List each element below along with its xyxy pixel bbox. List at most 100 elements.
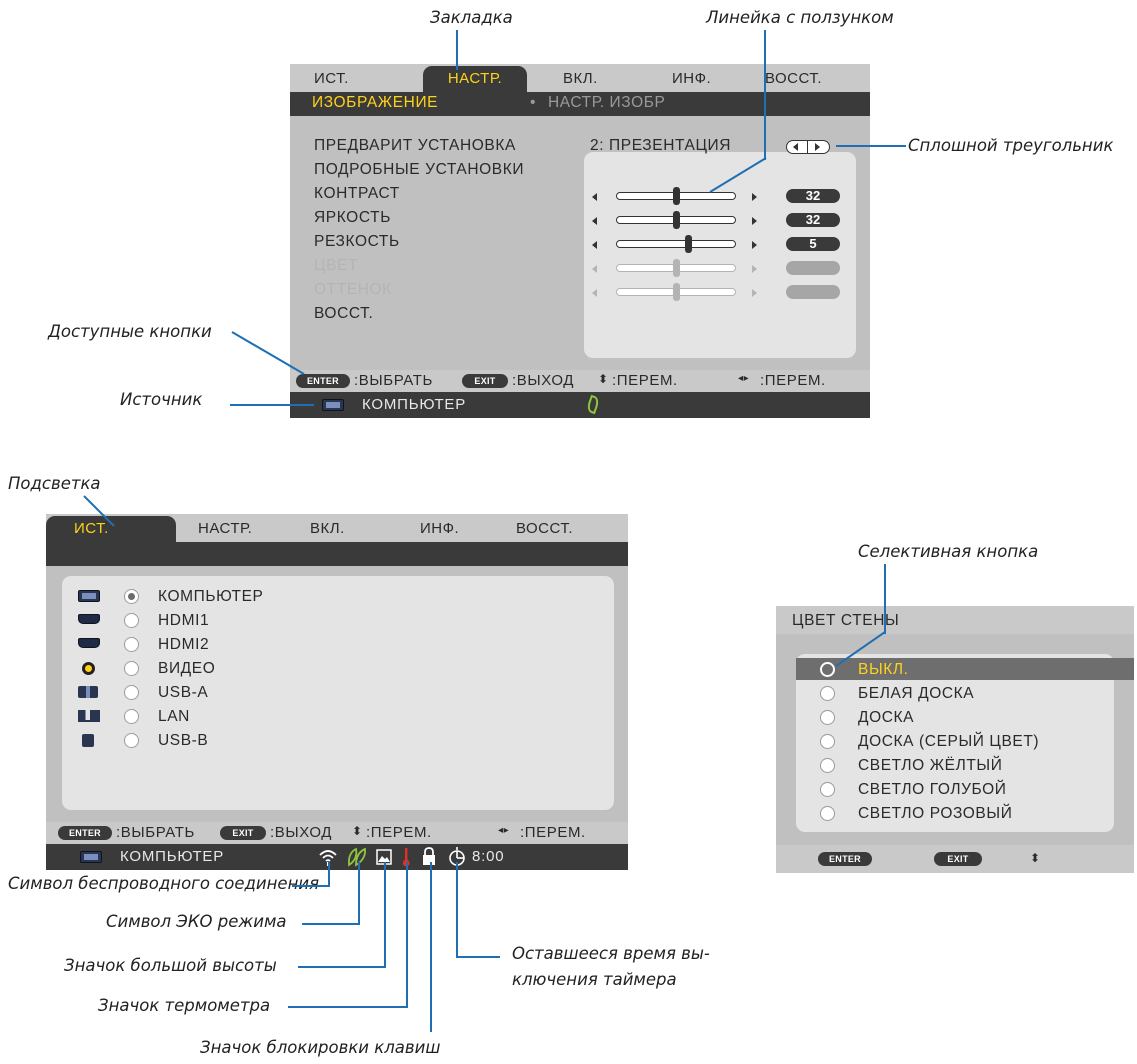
slider-thumb[interactable] [673,259,680,277]
tab-setup[interactable]: ВКЛ. [310,520,345,542]
wall-color-radio[interactable] [820,686,835,701]
menu-item-brightness[interactable]: ЯРКОСТЬ [314,209,391,227]
wall-color-radio[interactable] [820,758,835,773]
slider-thumb[interactable] [685,235,692,253]
tab-reset[interactable]: ВОССТ. [516,520,573,542]
leftright-arrow-icon: ◂▸ [498,825,510,836]
source-list-area [62,576,614,810]
tab-info[interactable]: ИНФ. [672,70,711,92]
source-bar: КОМПЬЮТЕР [290,392,870,418]
leader-selective-button [884,564,886,634]
tab-settings[interactable]: НАСТР. [198,520,252,542]
slider-left-arrow[interactable] [592,193,597,201]
updown-arrow-icon: ⬍ [598,372,609,386]
menu-item-contrast[interactable]: КОНТРАСТ [314,185,400,203]
key-lock-icon [423,847,435,865]
tab-setup[interactable]: ВКЛ. [563,70,598,92]
source-radio[interactable] [124,589,139,604]
slider-left-arrow[interactable] [592,217,597,225]
wall-color-option[interactable]: ДОСКА (СЕРЫЙ ЦВЕТ) [858,733,1039,751]
source-radio[interactable] [124,613,139,628]
leader-eco-h [302,923,360,925]
tab-source[interactable]: ИСТ. [314,70,349,92]
callout-timer-line1: Оставшееся время вы- [512,944,710,963]
tab-settings[interactable]: НАСТР. [423,66,527,92]
slider-left-arrow[interactable] [592,265,597,273]
callout-solid-triangle: Сплошной треугольник [908,136,1114,155]
leader-wireless-h [292,885,330,887]
slider-right-arrow[interactable] [752,265,757,273]
guide-move-vertical: :ПЕРЕМ. [366,824,432,841]
leader-highlight [83,495,115,527]
source-bar: КОМПЬЮТЕР 8:00 [46,844,628,870]
video-icon [82,662,95,675]
callout-key-lock: Значок блокировки клавиш [200,1038,441,1057]
slider-thumb[interactable] [673,211,680,229]
slider-left-arrow[interactable] [592,241,597,249]
button-guide: ENTER :ВЫБРАТЬ EXIT :ВЫХОД ⬍ :ПЕРЕМ. ◂▸ … [46,822,628,844]
wall-color-option[interactable]: СВЕТЛО РОЗОВЫЙ [858,805,1012,823]
source-label[interactable]: LAN [158,708,190,726]
guide-exit: :ВЫХОД [512,372,575,389]
source-label[interactable]: HDMI2 [158,636,209,654]
source-label[interactable]: USB-B [158,732,208,750]
leader-slider-diagonal [709,157,767,193]
triangle-left-icon [793,143,798,151]
slider-thumb[interactable] [673,283,680,301]
menu-item-hue: ОТТЕНОК [314,281,392,298]
menu-item-reset[interactable]: ВОССТ. [314,305,373,323]
source-radio[interactable] [124,685,139,700]
eco-mode-icon [347,847,366,867]
callout-thermometer: Значок термометра [98,996,271,1015]
wall-color-option[interactable]: СВЕТЛО ЖЁЛТЫЙ [858,757,1003,775]
wall-color-option[interactable]: СВЕТЛО ГОЛУБОЙ [858,781,1007,799]
source-radio[interactable] [124,661,139,676]
leader-key-lock-v [430,862,432,1032]
tab-bar: ИСТ. НАСТР. ВКЛ. ИНФ. ВОССТ. [290,64,870,92]
wall-color-radio[interactable] [820,782,835,797]
updown-arrow-icon: ⬍ [352,824,363,838]
wall-color-option[interactable]: ДОСКА [858,709,914,727]
wall-color-radio[interactable] [820,734,835,749]
guide-select: :ВЫБРАТЬ [354,372,433,389]
source-label[interactable]: USB-A [158,684,208,702]
tab-info[interactable]: ИНФ. [420,520,459,542]
wall-color-radio[interactable] [820,806,835,821]
source-radio[interactable] [124,709,139,724]
usb-a-icon [78,686,98,698]
updown-arrow-icon: ⬍ [1030,851,1041,865]
source-radio[interactable] [124,637,139,652]
slider-right-arrow[interactable] [752,217,757,225]
leader-solid-triangle [836,145,906,147]
menu-item-preset[interactable]: ПРЕДВАРИТ УСТАНОВКА [314,137,516,155]
wall-color-radio[interactable] [820,710,835,725]
subtab-picture-adjust[interactable]: НАСТР. ИЗОБР [548,94,665,112]
slider-thumb[interactable] [673,187,680,205]
guide-move-horizontal: :ПЕРЕМ. [760,372,826,389]
callout-high-altitude: Значок большой высоты [64,956,277,975]
callout-tab: Закладка [430,8,513,27]
source-label[interactable]: КОМПЬЮТЕР [158,588,263,606]
wall-color-option[interactable]: БЕЛАЯ ДОСКА [858,685,974,703]
eco-leaf-icon [585,394,601,415]
callout-slider: Линейка с ползунком [706,8,894,27]
tab-reset[interactable]: ВОССТ. [765,70,822,92]
slider-track[interactable] [616,240,736,248]
subtab-bar: ИЗОБРАЖЕНИЕ • НАСТР. ИЗОБР [290,92,870,116]
slider-right-arrow[interactable] [752,289,757,297]
subtab-picture[interactable]: ИЗОБРАЖЕНИЕ [312,94,438,112]
source-label[interactable]: ВИДЕО [158,660,215,678]
slider-right-arrow[interactable] [752,241,757,249]
slider-left-arrow[interactable] [592,289,597,297]
menu-item-sharpness[interactable]: РЕЗКОСТЬ [314,233,400,251]
source-label[interactable]: HDMI1 [158,612,209,630]
menu-item-color: ЦВЕТ [314,257,359,274]
menu-item-detail-settings[interactable]: ПОДРОБНЫЕ УСТАНОВКИ [314,161,524,179]
callout-available-buttons: Доступные кнопки [48,322,212,341]
preset-right-button[interactable] [808,140,830,154]
leader-thermometer-v [406,862,408,1008]
callout-source: Источник [120,390,203,409]
source-radio[interactable] [124,733,139,748]
button-guide: ENTER :ВЫБРАТЬ EXIT :ВЫХОД ⬍ :ПЕРЕМ. ◂▸ … [290,370,870,392]
preset-left-button[interactable] [786,140,808,154]
